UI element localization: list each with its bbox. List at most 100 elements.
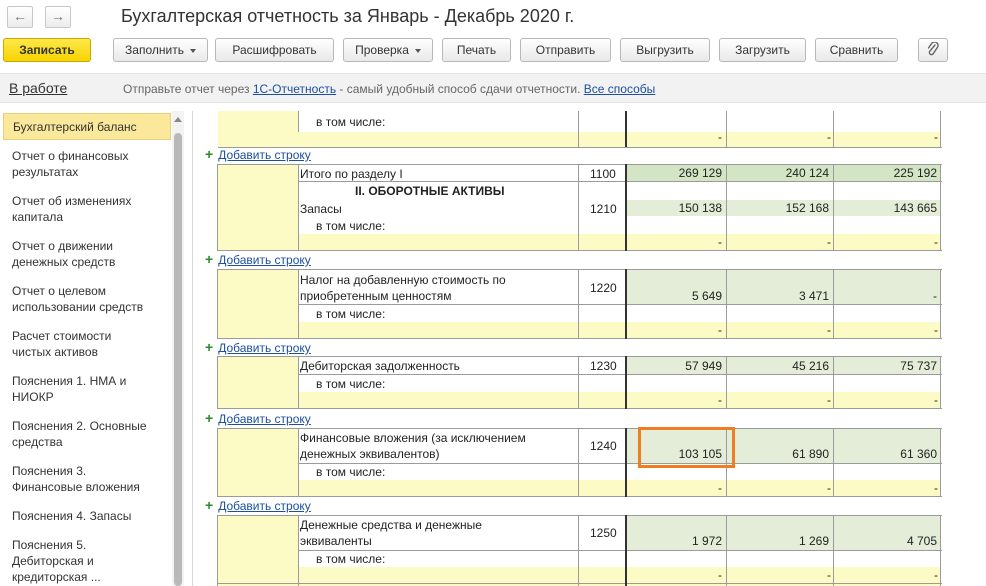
plus-icon: + <box>205 251 214 267</box>
info-bar: В работе Отправьте отчет через 1С-Отчетн… <box>0 73 986 103</box>
plus-icon: + <box>205 410 214 426</box>
subrow-label: в том числе: <box>316 552 386 566</box>
compare-button[interactable]: Сравнить <box>815 38 898 62</box>
total-label: Итого по разделу I <box>300 167 403 181</box>
subrow-cell[interactable] <box>299 234 941 250</box>
comment-cell[interactable] <box>218 270 299 338</box>
comment-cell[interactable] <box>218 165 299 250</box>
chevron-down-icon <box>414 48 421 53</box>
subrow-label: в том числе: <box>316 307 386 321</box>
row-label: Финансовые вложения (за исключением дене… <box>300 431 526 461</box>
fill-button[interactable]: Заполнить <box>113 38 208 62</box>
status-link[interactable]: В работе <box>9 80 67 96</box>
value-dash: - <box>827 130 831 144</box>
grid-line <box>299 304 942 305</box>
row-value: 4 705 <box>906 534 937 548</box>
scroll-up-icon <box>174 117 182 122</box>
add-row-button[interactable]: + Добавить строку <box>205 410 311 426</box>
subrow-values-cell[interactable] <box>626 132 941 147</box>
row-code: 1220 <box>590 281 617 295</box>
value-dash: - <box>934 568 938 582</box>
paperclip-icon <box>927 41 939 56</box>
row-value: 61 360 <box>900 447 937 461</box>
value-dash: - <box>934 393 938 407</box>
subrow-code-cell[interactable] <box>579 132 626 147</box>
check-button[interactable]: Проверка <box>343 38 433 62</box>
grid-line <box>940 164 941 251</box>
print-button[interactable]: Печать <box>442 38 511 62</box>
add-row-button[interactable]: + Добавить строку <box>205 497 311 513</box>
value-dash: - <box>718 323 722 337</box>
grid-line <box>217 356 218 409</box>
scrollbar-thumb[interactable] <box>174 133 182 586</box>
sidebar-item-target-use[interactable]: Отчет о целевом использовании средств <box>3 283 158 315</box>
row-label: Денежные средства и денежные эквиваленты <box>300 518 482 548</box>
sidebar-item-notes-1[interactable]: Пояснения 1. НМА и НИОКР <box>3 373 153 405</box>
row-value: 1 972 <box>691 534 722 548</box>
subrow-cell[interactable] <box>299 480 941 496</box>
section-header: II. ОБОРОТНЫЕ АКТИВЫ <box>355 184 505 198</box>
grid-line <box>298 111 299 132</box>
attach-button[interactable] <box>918 38 948 62</box>
send-button[interactable]: Отправить <box>520 38 611 62</box>
reporting-link[interactable]: 1С-Отчетность <box>253 82 336 96</box>
sidebar-item-net-assets[interactable]: Расчет стоимости чистых активов <box>3 328 153 360</box>
value-dash: - <box>718 568 722 582</box>
sidebar-item-fin-results[interactable]: Отчет о финансовых результатах <box>3 148 153 180</box>
grid-line <box>940 356 941 409</box>
grid-line <box>833 164 834 251</box>
all-methods-link[interactable]: Все способы <box>584 82 656 96</box>
value-dash: - <box>827 481 831 495</box>
back-button[interactable]: ← <box>7 6 33 28</box>
add-row-button[interactable]: + Добавить строку <box>205 339 311 355</box>
subrow-cell[interactable] <box>299 392 941 408</box>
row-label: Запасы <box>300 202 342 216</box>
grid-line <box>726 269 727 339</box>
decode-button[interactable]: Расшифровать <box>215 38 334 62</box>
grid-line <box>298 515 299 586</box>
value-dash: - <box>827 235 831 249</box>
row-value: 150 138 <box>678 201 722 215</box>
grid-line <box>298 428 299 497</box>
subrow-cell[interactable] <box>299 322 941 338</box>
value-dash: - <box>718 235 722 249</box>
sidebar-item-notes-2[interactable]: Пояснения 2. Основные средства <box>3 418 163 450</box>
grid-line <box>625 428 627 497</box>
value-dash: - <box>934 235 938 249</box>
grid-line <box>940 428 941 497</box>
row-value: 61 890 <box>792 447 829 461</box>
save-button[interactable]: Записать <box>3 38 91 62</box>
import-button[interactable]: Загрузить <box>719 38 806 62</box>
row-value: 57 949 <box>685 359 722 373</box>
sidebar-item-cash-flow[interactable]: Отчет о движении денежных средств <box>3 238 153 270</box>
export-button[interactable]: Выгрузить <box>620 38 710 62</box>
subrow-name-cell[interactable] <box>299 132 579 147</box>
row-value: 75 737 <box>900 359 937 373</box>
comment-cell[interactable] <box>218 516 299 586</box>
sidebar-item-notes-3[interactable]: Пояснения 3. Финансовые вложения <box>3 463 153 495</box>
forward-button[interactable]: → <box>45 6 71 28</box>
comment-cell[interactable] <box>218 111 299 147</box>
row-value: - <box>933 289 937 303</box>
grid-line <box>726 515 727 586</box>
row-value: 45 216 <box>792 359 829 373</box>
sidebar-item-balance[interactable]: Бухгалтерский баланс <box>3 113 171 140</box>
add-row-button[interactable]: + Добавить строку <box>205 251 311 267</box>
grid-line <box>578 111 579 147</box>
subrow-label: в том числе: <box>316 377 386 391</box>
sidebar-item-notes-4[interactable]: Пояснения 4. Запасы <box>3 508 153 524</box>
row-code: 1210 <box>590 202 617 216</box>
grid-line <box>217 269 218 339</box>
grid-line <box>298 269 299 339</box>
value-dash: - <box>827 323 831 337</box>
comment-cell[interactable] <box>218 429 299 496</box>
sidebar-scrollbar[interactable] <box>172 111 184 586</box>
comment-cell[interactable] <box>218 357 299 408</box>
row-value: 5 649 <box>691 289 722 303</box>
grid-line <box>833 111 834 147</box>
add-row-button[interactable]: + Добавить строку <box>205 146 311 162</box>
total-code: 1100 <box>590 167 616 181</box>
sidebar-item-notes-5[interactable]: Пояснения 5. Дебиторская и кредиторская … <box>3 537 133 585</box>
sidebar-item-capital-changes[interactable]: Отчет об изменениях капитала <box>3 193 153 225</box>
highlight-frame <box>638 427 735 468</box>
